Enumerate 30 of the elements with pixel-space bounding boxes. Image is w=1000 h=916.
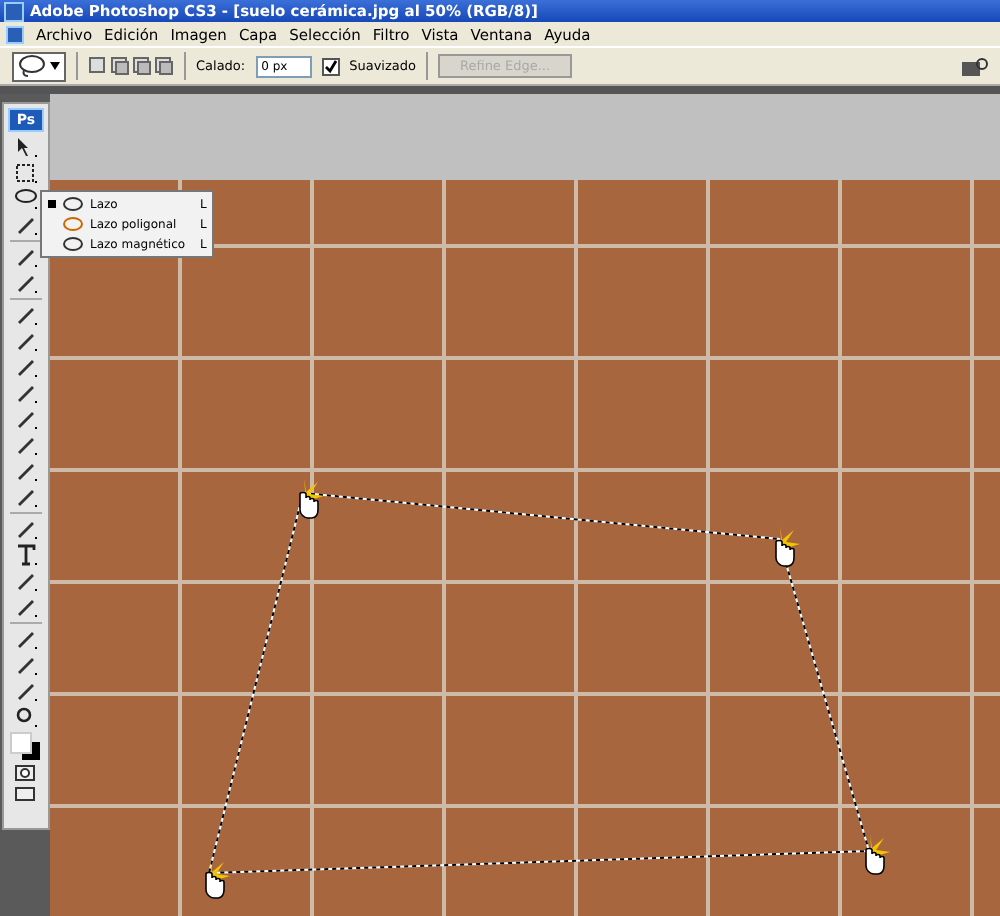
tool-icon[interactable] xyxy=(14,214,38,236)
tool-icon[interactable] xyxy=(14,434,38,456)
screen-mode-icon[interactable] xyxy=(14,786,38,804)
tool-icon[interactable] xyxy=(14,272,38,294)
tool-icon[interactable] xyxy=(14,654,38,676)
color-swatches[interactable] xyxy=(10,732,42,760)
tool-icon[interactable] xyxy=(14,162,38,184)
tool-icon[interactable] xyxy=(14,408,38,430)
caret-icon xyxy=(50,62,60,70)
tool-icon[interactable] xyxy=(14,596,38,618)
lasso-icon xyxy=(62,195,84,213)
lasso-icon xyxy=(18,54,46,78)
palette-well-icon[interactable] xyxy=(960,55,988,77)
tool-icon[interactable] xyxy=(14,680,38,702)
checkbox[interactable] xyxy=(321,57,340,75)
tool-icon[interactable] xyxy=(14,570,38,592)
lasso-icon xyxy=(62,215,84,233)
tool-icon[interactable] xyxy=(14,246,38,268)
lasso-icon xyxy=(62,235,84,253)
tool-icon[interactable] xyxy=(14,460,38,482)
quick-mask-icon[interactable] xyxy=(14,764,38,782)
tool-icon[interactable] xyxy=(14,518,38,540)
tool-icon[interactable] xyxy=(14,382,38,404)
tool-icon[interactable] xyxy=(14,628,38,650)
tool-icon[interactable] xyxy=(14,304,38,326)
tool-icon[interactable] xyxy=(14,544,38,566)
tool-icon[interactable] xyxy=(14,330,38,352)
tool-icon[interactable] xyxy=(14,486,38,508)
tool-preset-picker[interactable] xyxy=(12,51,66,81)
tool-icon[interactable] xyxy=(14,356,38,378)
